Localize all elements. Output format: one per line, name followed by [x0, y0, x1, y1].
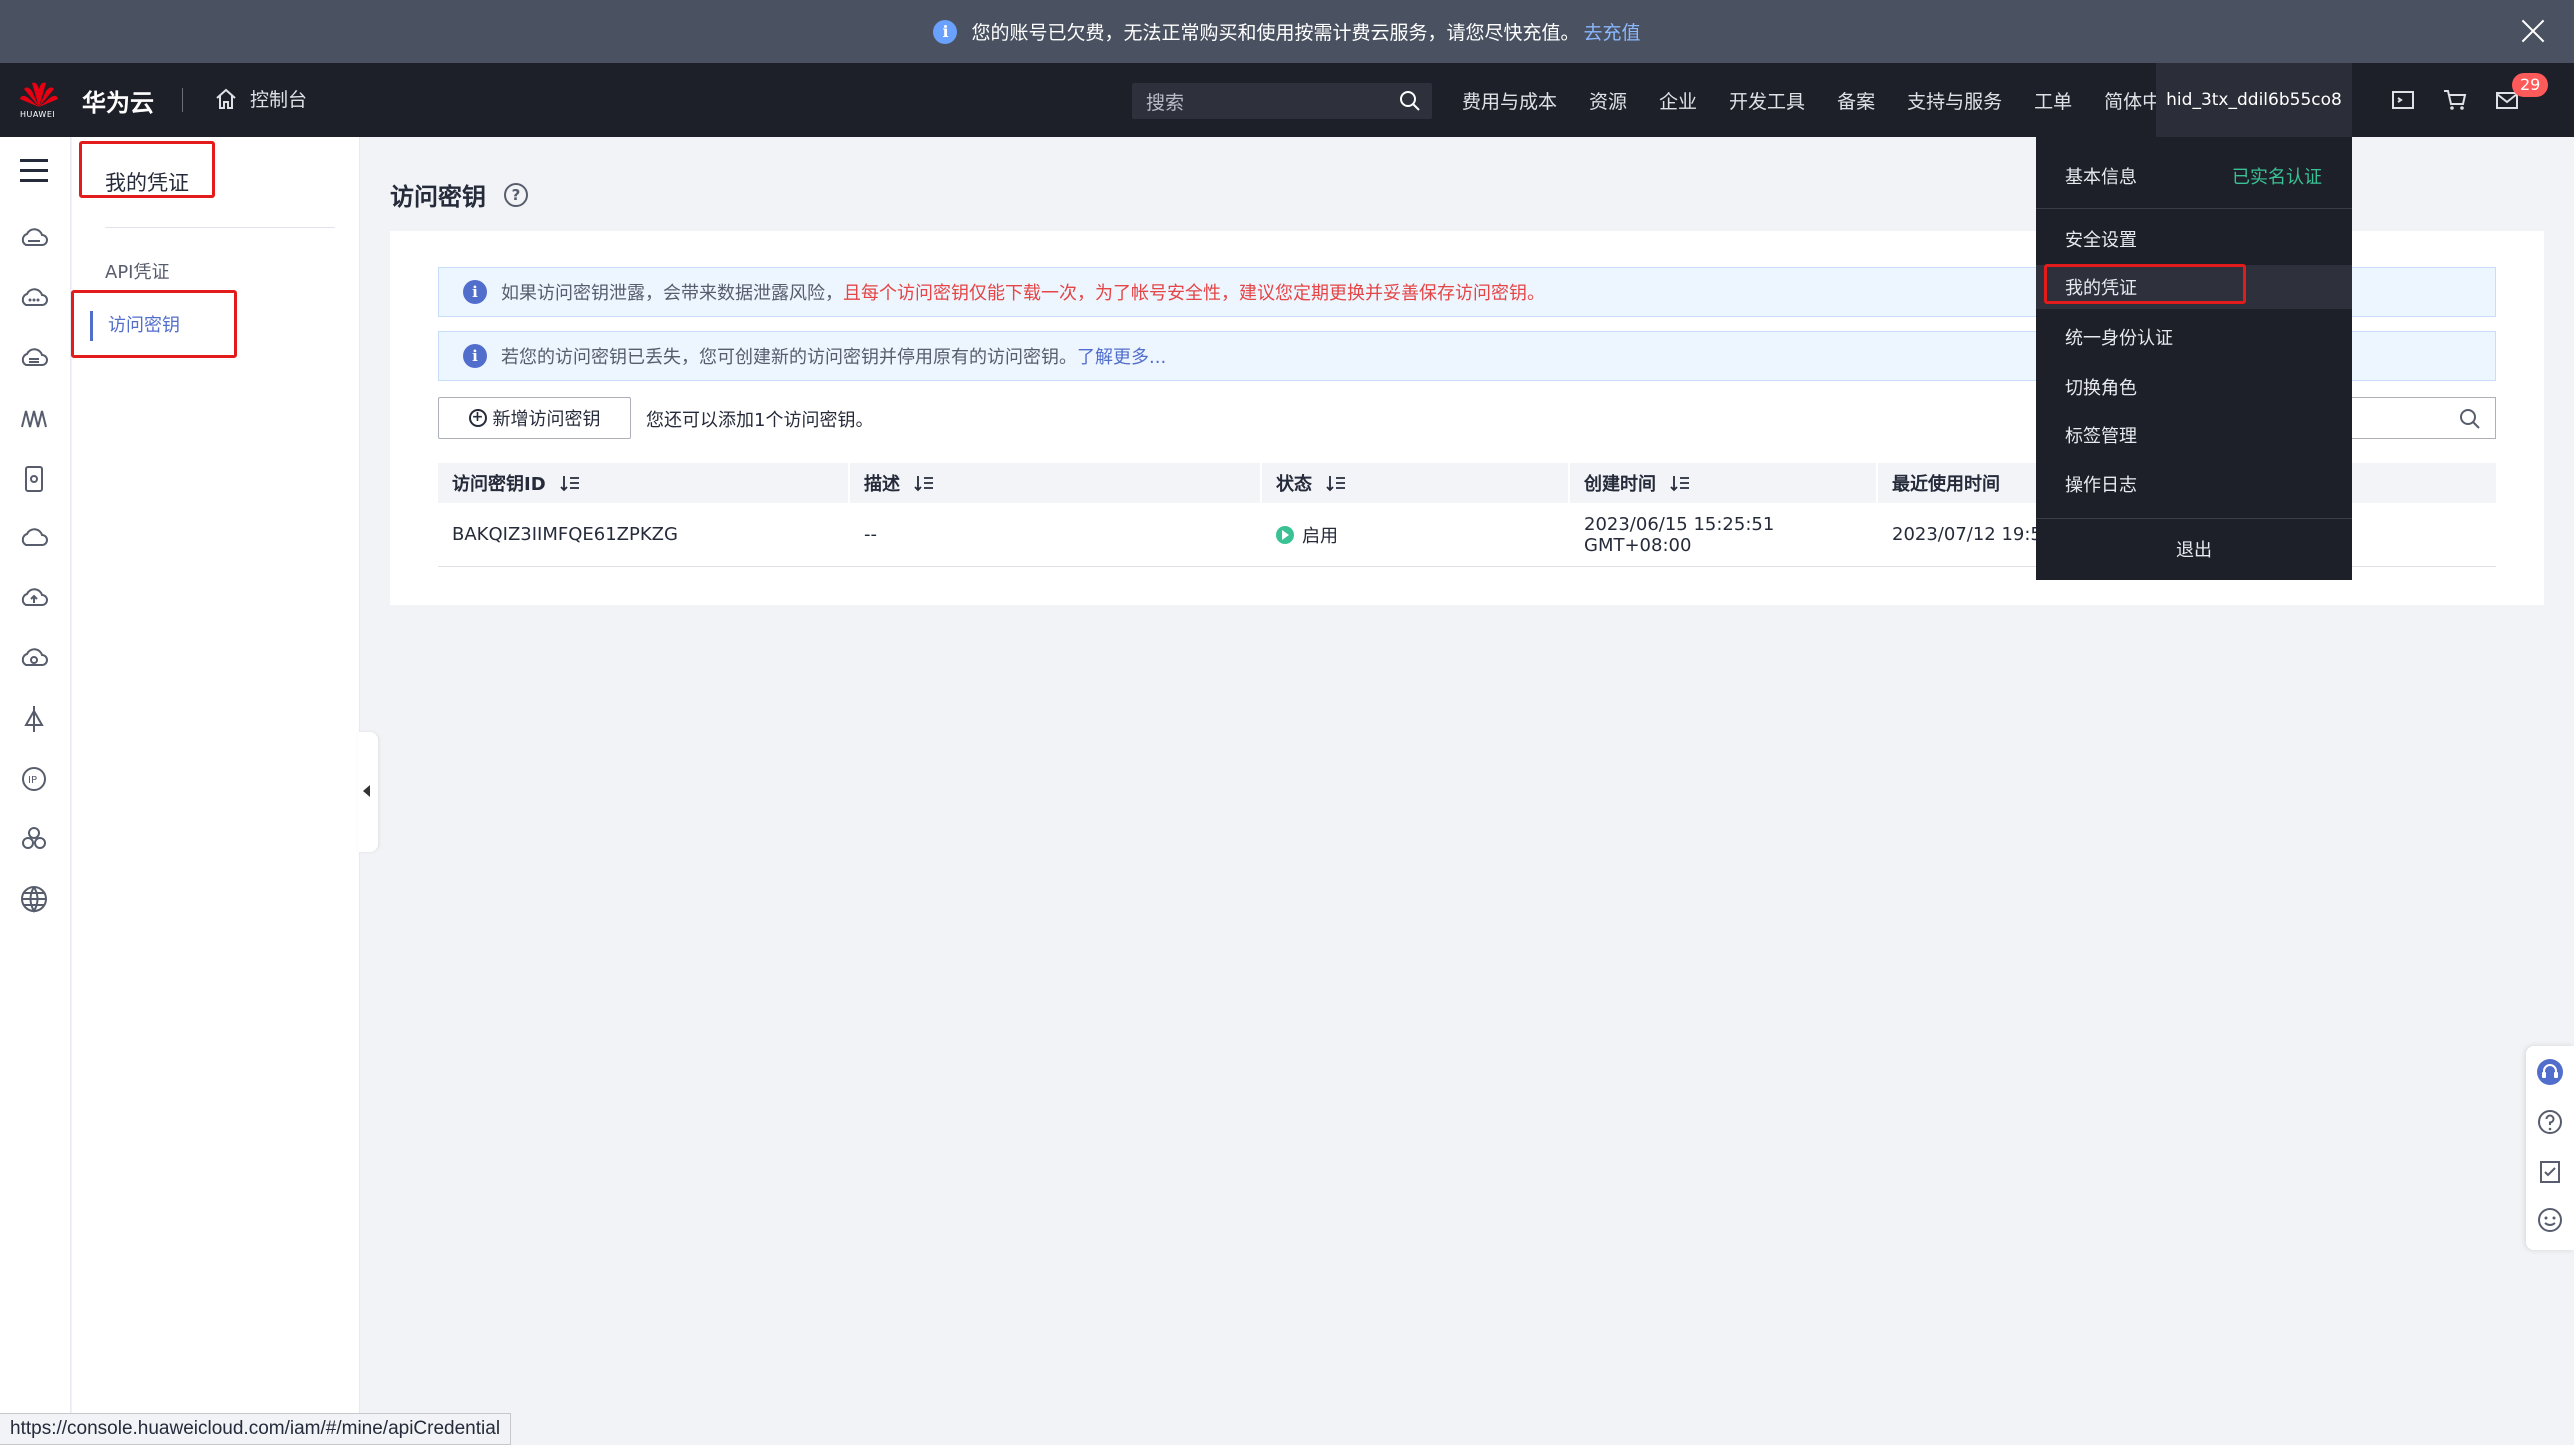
- top-nav: 费用与成本 资源 企业 开发工具 备案 支持与服务 工单 简体中文: [1462, 87, 2212, 114]
- help-icon[interactable]: [2536, 1108, 2564, 1136]
- global-search-input[interactable]: 搜索: [1132, 83, 1432, 119]
- notice-message: 您的账号已欠费，无法正常购买和使用按需计费云服务，请您尽快充值。: [971, 22, 1580, 44]
- recharge-link[interactable]: 去充值: [1584, 18, 1641, 45]
- sort-icon[interactable]: [560, 474, 580, 492]
- database-icon[interactable]: [18, 463, 50, 495]
- logo-text: HUAWEI: [20, 110, 56, 119]
- cloud-upload-icon[interactable]: [18, 583, 50, 615]
- floating-tool-bar: [2526, 1046, 2574, 1250]
- sort-icon[interactable]: [914, 474, 934, 492]
- user-dropdown-menu: 基本信息 已实名认证 安全设置 我的凭证 统一身份认证 切换角色 标签管理 操作…: [2036, 137, 2352, 580]
- column-header-id[interactable]: 访问密钥ID: [438, 463, 850, 503]
- search-icon[interactable]: [1398, 89, 1422, 113]
- close-icon[interactable]: [2518, 16, 2548, 46]
- highlight-box-access-keys: [71, 290, 237, 358]
- menu-divider: [2036, 518, 2352, 519]
- menu-divider: [2036, 208, 2352, 209]
- console-label: 控制台: [250, 89, 308, 111]
- sidebar-collapse-toggle[interactable]: [358, 732, 378, 852]
- sidebar-group-api: API凭证: [105, 262, 170, 283]
- nav-ticket[interactable]: 工单: [2034, 87, 2072, 114]
- cell-description: --: [864, 524, 877, 545]
- globe-icon[interactable]: [18, 883, 50, 915]
- deploy-icon[interactable]: [18, 703, 50, 735]
- sort-icon[interactable]: [1670, 474, 1690, 492]
- nav-cost[interactable]: 费用与成本: [1462, 87, 1557, 114]
- brand-name[interactable]: 华为云: [82, 83, 154, 118]
- column-header-description[interactable]: 描述: [850, 463, 1262, 503]
- highlight-box-my-credentials: [2044, 264, 2246, 304]
- cloud-outline-icon[interactable]: [18, 523, 50, 555]
- learn-more-link[interactable]: 了解更多...: [1077, 343, 1166, 369]
- menu-item-label: 基本信息: [2065, 167, 2137, 188]
- network-icon[interactable]: [18, 403, 50, 435]
- help-icon[interactable]: ?: [504, 182, 528, 207]
- column-header-status[interactable]: 状态: [1262, 463, 1570, 503]
- message-count-badge: 29: [2512, 73, 2549, 97]
- status-bar-url: https://console.huaweicloud.com/iam/#/mi…: [0, 1413, 512, 1445]
- nav-resources[interactable]: 资源: [1589, 87, 1627, 114]
- search-icon[interactable]: [2459, 408, 2481, 430]
- menu-item-security-settings[interactable]: 安全设置: [2036, 217, 2352, 261]
- page-title: 访问密钥 ?: [390, 177, 528, 212]
- console-link[interactable]: 控制台: [214, 85, 307, 112]
- cluster-icon[interactable]: [18, 823, 50, 855]
- service-icon-rail: IP: [0, 137, 71, 1445]
- menu-item-logout[interactable]: 退出: [2036, 527, 2352, 571]
- menu-icon[interactable]: [20, 159, 48, 183]
- add-button-label: 新增访问密钥: [492, 409, 601, 430]
- add-circle-icon: +: [468, 409, 487, 427]
- customer-service-icon[interactable]: [2536, 1058, 2564, 1086]
- cloud-storage-icon[interactable]: [18, 343, 50, 375]
- status-enabled-icon: [1276, 525, 1294, 544]
- cell-access-key-id: BAKQIZ3IIMFQE61ZPKZG: [452, 524, 678, 545]
- remaining-keys-hint: 您还可以添加1个访问密钥。: [646, 410, 874, 431]
- search-placeholder: 搜索: [1146, 91, 1185, 114]
- header-icons: [2390, 87, 2520, 113]
- menu-item-switch-role[interactable]: 切换角色: [2036, 365, 2352, 409]
- status-text: 启用: [1302, 525, 1338, 547]
- svg-text:IP: IP: [28, 775, 37, 786]
- header-divider: [182, 88, 183, 112]
- ip-icon[interactable]: IP: [18, 763, 50, 795]
- page-title-text: 访问密钥: [390, 183, 486, 211]
- info-icon: i: [933, 19, 958, 44]
- menu-item-basic-info[interactable]: 基本信息 已实名认证: [2036, 154, 2352, 198]
- column-header-created[interactable]: 创建时间: [1570, 463, 1878, 503]
- sort-icon[interactable]: [1326, 474, 1346, 492]
- cloud-icon[interactable]: [18, 283, 50, 315]
- menu-item-iam[interactable]: 统一身份认证: [2036, 315, 2352, 359]
- alert-text: 若您的访问密钥已丢失，您可创建新的访问密钥并停用原有的访问密钥。: [501, 347, 1077, 368]
- feedback-icon[interactable]: [2536, 1158, 2564, 1186]
- nav-devtools[interactable]: 开发工具: [1729, 87, 1805, 114]
- info-icon: i: [463, 344, 487, 368]
- nav-enterprise[interactable]: 企业: [1659, 87, 1697, 114]
- nav-support[interactable]: 支持与服务: [1907, 87, 2002, 114]
- cart-icon[interactable]: [2442, 87, 2468, 113]
- info-icon: i: [463, 280, 487, 304]
- highlight-box-sidebar-title: [79, 141, 215, 198]
- alert-warning-text: 且每个访问密钥仅能下载一次，为了帐号安全性，建议您定期更换并妥善保存访问密钥。: [843, 283, 1545, 304]
- menu-item-operation-log[interactable]: 操作日志: [2036, 462, 2352, 506]
- user-name: hid_3tx_ddil6b55co8: [2166, 90, 2342, 110]
- add-access-key-button[interactable]: + 新增访问密钥: [438, 397, 631, 439]
- nav-filing[interactable]: 备案: [1837, 87, 1875, 114]
- verified-status[interactable]: 已实名认证: [2232, 163, 2322, 189]
- menu-item-tag-management[interactable]: 标签管理: [2036, 413, 2352, 457]
- arrears-notice-bar: i 您的账号已欠费，无法正常购买和使用按需计费云服务，请您尽快充值。 去充值: [0, 0, 2574, 63]
- user-menu[interactable]: hid_3tx_ddil6b55co8: [2156, 63, 2352, 137]
- cell-created-time: 2023/06/15 15:25:51 GMT+08:00: [1584, 513, 1775, 556]
- terminal-icon[interactable]: [2390, 87, 2416, 113]
- top-header: HUAWEI 华为云 控制台 搜索 费用与成本 资源 企业 开发工具 备案 支持…: [0, 63, 2574, 137]
- satisfaction-icon[interactable]: [2536, 1206, 2564, 1234]
- table-search-input[interactable]: [2350, 397, 2496, 439]
- home-icon: [216, 88, 236, 109]
- cloud-sync-icon[interactable]: [18, 643, 50, 675]
- alert-text: 如果访问密钥泄露，会带来数据泄露风险，: [501, 283, 843, 304]
- cloud-server-icon[interactable]: [18, 223, 50, 255]
- sidebar-divider: [105, 227, 335, 228]
- cell-status: 启用: [1262, 503, 1570, 566]
